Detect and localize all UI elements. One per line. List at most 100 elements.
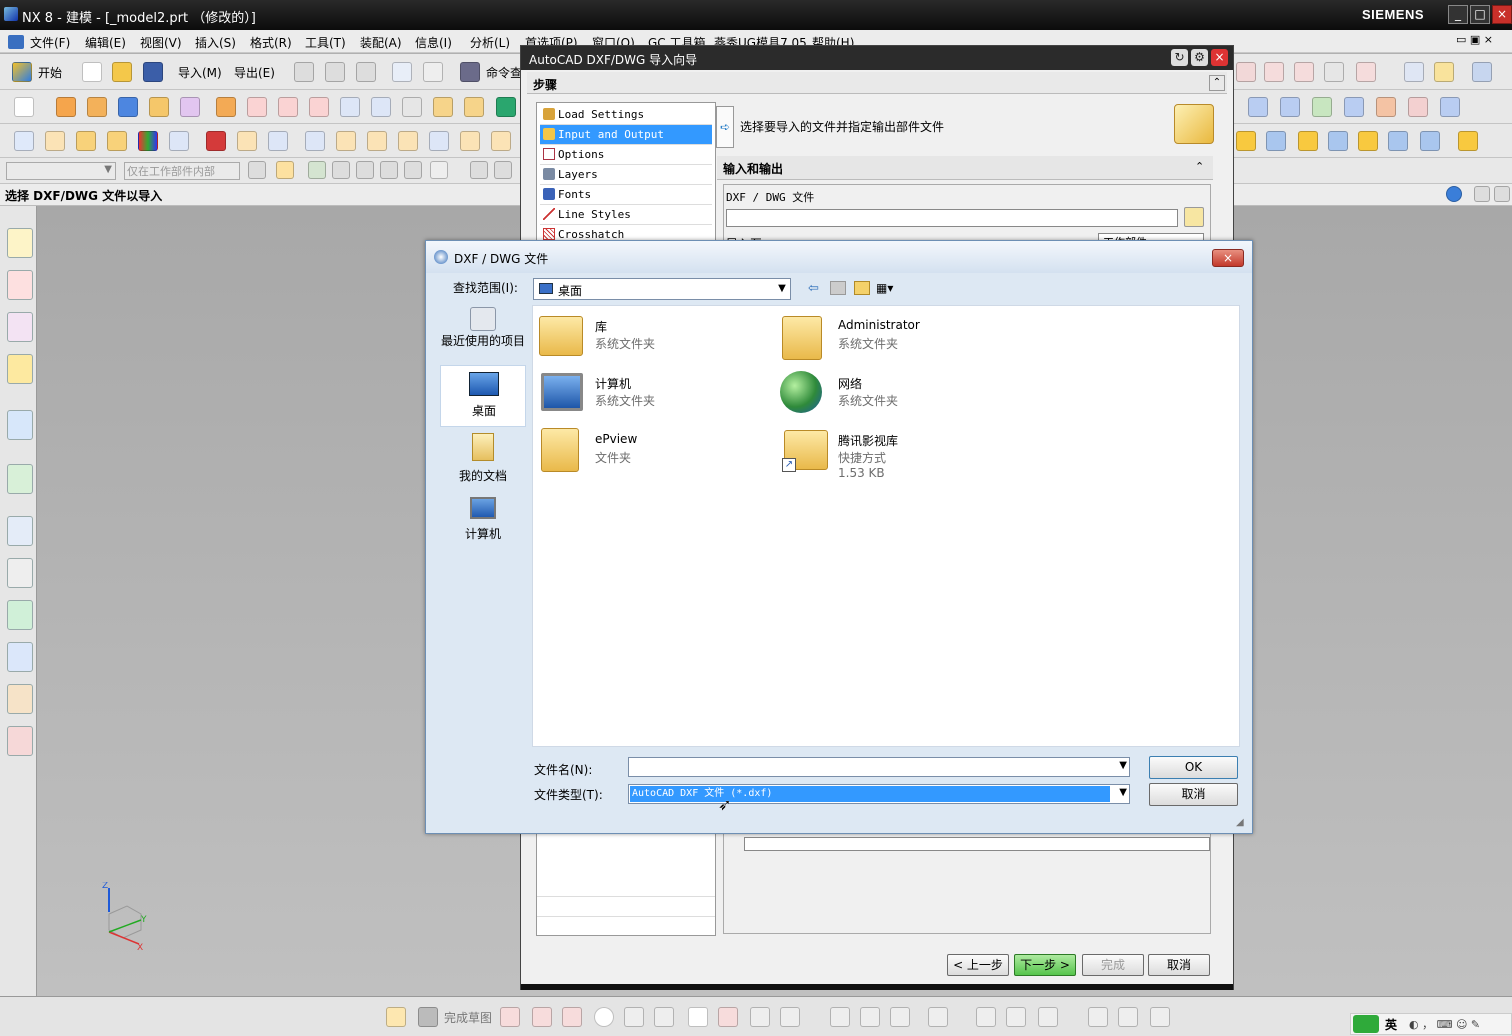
close-button[interactable]: × (1492, 5, 1512, 24)
extension-icon[interactable] (1440, 97, 1460, 117)
sphere-icon[interactable] (180, 97, 200, 117)
finish-button[interactable]: 完成 (1082, 954, 1144, 976)
chamfer-icon[interactable] (247, 97, 267, 117)
offset-surface-icon[interactable] (1408, 97, 1428, 117)
ime-tools-icon[interactable]: ◐ ， ⌨ ☺ ✎ (1409, 1016, 1480, 1032)
step-layers[interactable]: Layers (540, 165, 712, 185)
menu-edit[interactable]: 编辑(E) (85, 34, 126, 51)
place-desktop[interactable]: 桌面 (440, 365, 526, 427)
dimension-icon[interactable] (45, 131, 65, 151)
snap-icon-8[interactable] (470, 161, 488, 179)
place-computer[interactable]: 计算机 (440, 495, 526, 545)
snap-icon-2[interactable] (276, 161, 294, 179)
text-icon[interactable] (14, 131, 34, 151)
file-item-administrator[interactable]: Administrator 系统文件夹 (780, 312, 1010, 364)
selection-scope-combo[interactable]: 仅在工作部件内部 (124, 162, 240, 180)
type-filter-combo[interactable]: ▼ (6, 162, 116, 180)
constraint-navigator-icon[interactable] (7, 270, 33, 300)
menu-file[interactable]: 文件(F) (30, 34, 70, 51)
mold-icon-3[interactable] (1298, 131, 1318, 151)
view-menu-icon[interactable]: ▦▾ (876, 281, 893, 295)
offset-curve-icon[interactable] (928, 1007, 948, 1027)
circle-icon[interactable] (594, 1007, 614, 1027)
file-path-input[interactable] (726, 209, 1178, 227)
mdi-controls[interactable]: ▭ ▣ × (1456, 33, 1493, 46)
new-folder-icon[interactable] (854, 281, 870, 295)
edge-blend-icon[interactable] (216, 97, 236, 117)
snap-icon-9[interactable] (494, 161, 512, 179)
file-dialog-close-button[interactable]: × (1212, 249, 1244, 267)
export-menu-button[interactable]: 导出(E) (234, 64, 275, 81)
snap-icon-6[interactable] (380, 161, 398, 179)
back-arrow-icon[interactable]: ⇦ (808, 281, 819, 296)
manufacturing-wizards-icon[interactable] (7, 642, 33, 672)
file-item-network[interactable]: 网络 系统文件夹 (780, 369, 1010, 421)
select-box-icon[interactable] (430, 161, 448, 179)
sketch-tool-icon[interactable] (1236, 62, 1256, 82)
chevron-down-icon[interactable]: ▼ (1119, 760, 1127, 771)
mold-icon-4[interactable] (1328, 131, 1348, 151)
trim-icon[interactable] (278, 97, 298, 117)
file-item-library[interactable]: 库 系统文件夹 (537, 312, 767, 364)
settings-gear-icon[interactable]: ⚙ (1191, 49, 1208, 66)
step-load-settings[interactable]: Load Settings (540, 105, 712, 125)
cut-icon[interactable] (294, 62, 314, 82)
extrude-icon[interactable] (56, 97, 76, 117)
step-line-styles[interactable]: Line Styles (540, 205, 712, 225)
place-documents[interactable]: 我的文档 (440, 431, 526, 487)
tree-icon[interactable] (169, 131, 189, 151)
import-menu-button[interactable]: 导入(M) (178, 64, 222, 81)
constraint-icon[interactable] (1006, 1007, 1026, 1027)
profile-icon[interactable] (500, 1007, 520, 1027)
box-icon[interactable] (76, 131, 96, 151)
sketch-icon[interactable] (14, 97, 34, 117)
ime-lang-label[interactable]: 英 (1385, 1016, 1397, 1033)
pin-icon[interactable] (1474, 186, 1490, 202)
assembly-navigator-icon[interactable] (7, 228, 33, 258)
shell-icon[interactable] (402, 97, 422, 117)
browse-folder-icon[interactable] (1184, 207, 1204, 227)
snap-icon-4[interactable] (332, 161, 350, 179)
section-collapse-icon[interactable]: ⌃ (1195, 160, 1204, 173)
extend-icon[interactable] (860, 1007, 880, 1027)
mold-icon-1[interactable] (1236, 131, 1256, 151)
start-menu-button[interactable]: 开始 (38, 64, 62, 81)
step-fonts[interactable]: Fonts (540, 185, 712, 205)
ok-button[interactable]: OK (1149, 756, 1238, 779)
line-tool-icon[interactable] (1264, 62, 1284, 82)
redo-icon[interactable] (423, 62, 443, 82)
menu-analysis[interactable]: 分析(L) (470, 34, 510, 51)
reset-icon[interactable]: ↻ (1171, 49, 1188, 66)
file-item-epview[interactable]: ePview 文件夹 (537, 426, 767, 478)
block-icon[interactable] (118, 97, 138, 117)
point-icon[interactable] (750, 1007, 770, 1027)
collapse-icon[interactable]: ⌃ (1209, 75, 1225, 91)
solid-icon[interactable] (107, 131, 127, 151)
surface-icon[interactable] (1248, 97, 1268, 117)
chevron-down-icon[interactable]: ▼ (774, 281, 790, 297)
next-button[interactable]: 下一步 > (1014, 954, 1076, 976)
studio-spline-icon[interactable] (718, 1007, 738, 1027)
file-list-view[interactable]: 库 系统文件夹 Administrator 系统文件夹 计算机 系统文件夹 网络… (532, 305, 1240, 747)
history-info-icon[interactable] (7, 410, 33, 440)
step-input-output[interactable]: Input and Output (540, 125, 712, 145)
measure-icon[interactable] (1404, 62, 1424, 82)
menu-assembly[interactable]: 装配(A) (360, 34, 402, 51)
mesh-surface-icon[interactable] (1280, 97, 1300, 117)
command-finder-label[interactable]: 命令查 (486, 64, 522, 81)
revolve-icon[interactable] (87, 97, 107, 117)
color-icon[interactable] (138, 131, 158, 151)
look-in-combo[interactable]: 桌面 ▼ (533, 278, 791, 300)
mold-icon-5[interactable] (1358, 131, 1378, 151)
command-finder-icon[interactable] (460, 62, 480, 82)
arc-tool-icon[interactable] (1294, 62, 1314, 82)
file-item-computer[interactable]: 计算机 系统文件夹 (537, 369, 767, 421)
arc-icon[interactable] (562, 1007, 582, 1027)
angle-icon[interactable] (429, 131, 449, 151)
mold-icon-7[interactable] (1420, 131, 1440, 151)
rectangle-icon[interactable] (688, 1007, 708, 1027)
sweep-icon[interactable] (1312, 97, 1332, 117)
chamfer-sketch-icon[interactable] (654, 1007, 674, 1027)
step-options[interactable]: Options (540, 145, 712, 165)
draft-icon[interactable] (433, 97, 453, 117)
